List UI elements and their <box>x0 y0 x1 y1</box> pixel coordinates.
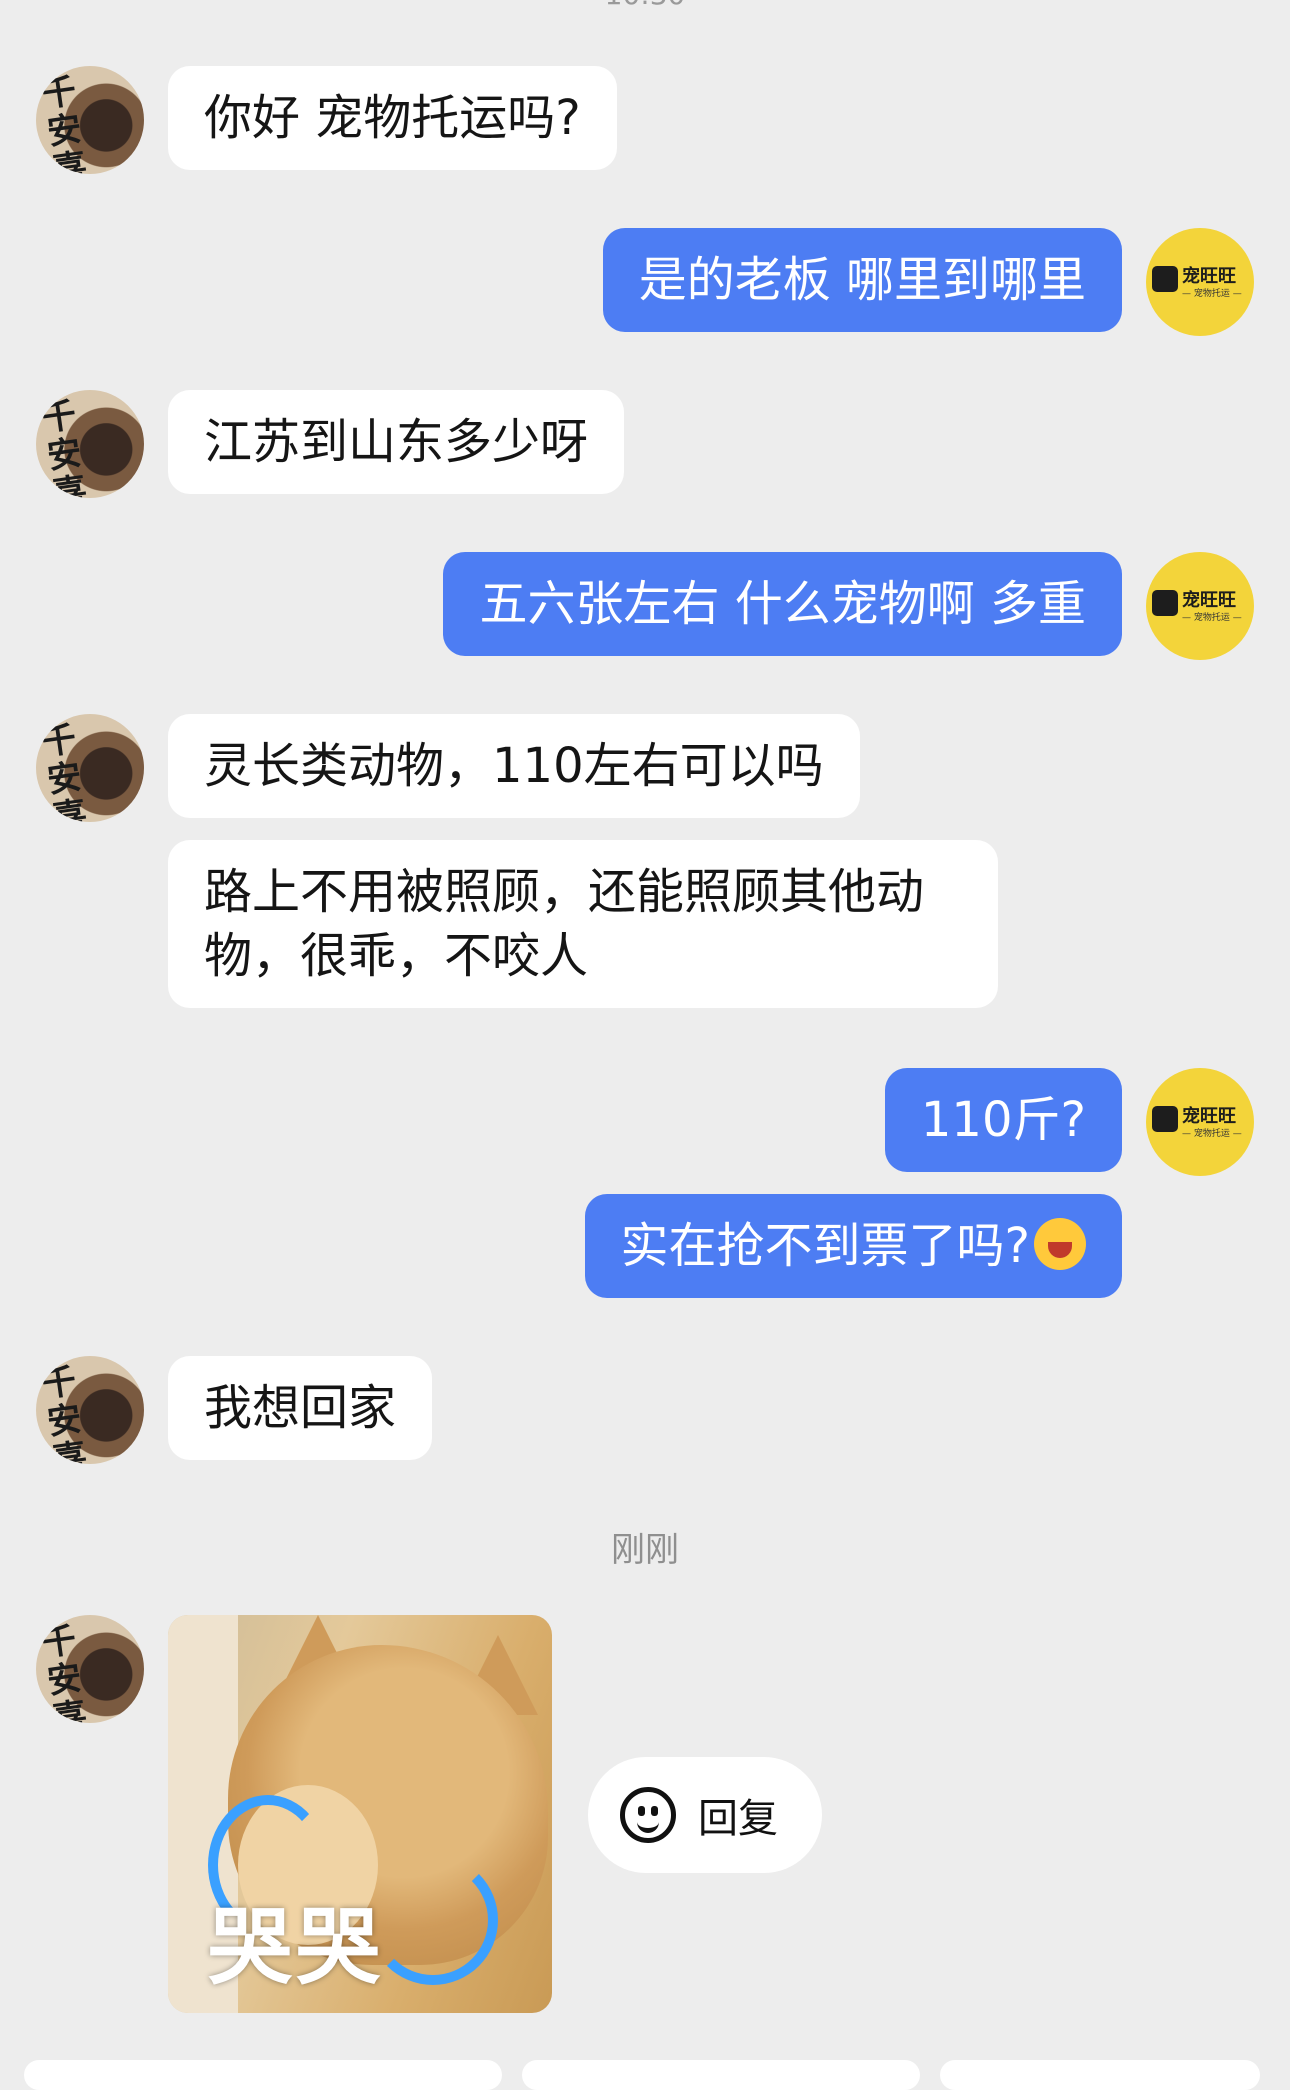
status-time: 10:30 <box>0 0 1290 11</box>
avatar-text: 千安喜乐 <box>39 1620 90 1723</box>
message-bubble-incoming[interactable]: 你好 宠物托运吗? <box>168 66 617 170</box>
contact-avatar[interactable]: 千安喜乐 <box>36 1356 144 1464</box>
contact-avatar[interactable]: 千安喜乐 <box>36 66 144 174</box>
shop-avatar[interactable]: 宠旺旺 — 宠物托运 — <box>1146 1068 1254 1176</box>
shop-avatar[interactable]: 宠旺旺 — 宠物托运 — <box>1146 552 1254 660</box>
shop-name: 宠旺旺 <box>1182 590 1236 611</box>
reply-label: 回复 <box>698 1796 778 1842</box>
avatar-text: 千安喜乐 <box>39 71 90 174</box>
message-bubble-outgoing[interactable]: 110斤? <box>884 1068 1122 1172</box>
shop-name: 宠旺旺 <box>1182 1106 1236 1127</box>
reply-button[interactable]: 回复 <box>588 1757 822 1873</box>
contact-avatar[interactable]: 千安喜乐 <box>36 714 144 822</box>
shop-subtitle: — 宠物托运 — <box>1182 613 1242 623</box>
avatar-text: 千安喜乐 <box>39 395 90 498</box>
smile-icon <box>620 1787 676 1843</box>
message-bubble-outgoing[interactable]: 实在抢不到票了吗? <box>584 1194 1122 1298</box>
shop-logo-icon <box>1152 590 1178 616</box>
contact-avatar[interactable]: 千安喜乐 <box>36 1615 144 1723</box>
quick-action-chip[interactable] <box>24 2060 502 2090</box>
contact-avatar[interactable]: 千安喜乐 <box>36 390 144 498</box>
shop-subtitle: — 宠物托运 — <box>1182 289 1242 299</box>
avatar-text: 千安喜乐 <box>39 719 90 822</box>
tear-stroke <box>368 1855 498 1985</box>
sticker-image[interactable]: 哭哭 <box>168 1615 552 2013</box>
message-timestamp: 刚刚 <box>611 1530 679 1570</box>
avatar-text: 千安喜乐 <box>39 1361 90 1464</box>
message-text: 实在抢不到票了吗? <box>620 1218 1030 1274</box>
quick-action-chip[interactable] <box>940 2060 1260 2090</box>
shop-name: 宠旺旺 <box>1182 266 1236 287</box>
message-bubble-incoming[interactable]: 路上不用被照顾，还能照顾其他动物，很乖，不咬人 <box>168 840 998 1008</box>
quick-action-chip[interactable] <box>522 2060 920 2090</box>
message-bubble-incoming[interactable]: 灵长类动物，110左右可以吗 <box>168 714 860 818</box>
message-bubble-incoming[interactable]: 江苏到山东多少呀 <box>168 390 625 494</box>
shop-logo-icon <box>1152 1106 1178 1132</box>
shop-avatar[interactable]: 宠旺旺 — 宠物托运 — <box>1146 228 1254 336</box>
sticker-caption: 哭哭 <box>208 1898 385 1996</box>
shop-logo-icon <box>1152 266 1178 292</box>
laugh-cry-emoji-icon <box>1034 1218 1086 1270</box>
message-bubble-outgoing[interactable]: 五六张左右 什么宠物啊 多重 <box>443 552 1122 656</box>
shop-subtitle: — 宠物托运 — <box>1182 1129 1242 1139</box>
message-bubble-incoming[interactable]: 我想回家 <box>168 1356 433 1460</box>
message-bubble-outgoing[interactable]: 是的老板 哪里到哪里 <box>602 228 1122 332</box>
